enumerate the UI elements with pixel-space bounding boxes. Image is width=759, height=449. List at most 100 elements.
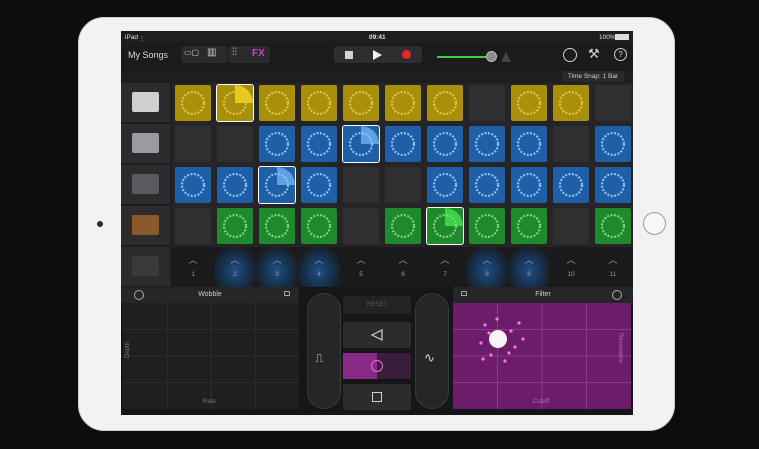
stop-icon xyxy=(344,50,353,59)
loop-cell[interactable] xyxy=(343,85,379,121)
loop-cell[interactable] xyxy=(258,166,296,204)
stop-fx-button[interactable] xyxy=(343,384,411,410)
lock-icon-right[interactable] xyxy=(461,291,467,296)
record-button[interactable] xyxy=(392,46,421,63)
loop-cell[interactable] xyxy=(553,208,589,244)
keyboard-icon[interactable]: ▥ xyxy=(207,47,216,58)
loop-cell[interactable] xyxy=(511,126,547,162)
loop-cell[interactable] xyxy=(427,167,463,203)
touch-point[interactable] xyxy=(489,330,507,348)
help-icon[interactable]: ? xyxy=(614,48,627,61)
loop-cell[interactable] xyxy=(385,208,421,244)
left-waveform-slider[interactable]: ⎍ xyxy=(307,293,341,409)
loop-cell[interactable] xyxy=(343,167,379,203)
column-trigger[interactable]: ︿ 3 xyxy=(256,247,298,287)
loop-cell[interactable] xyxy=(342,125,380,163)
fx-button[interactable]: FX xyxy=(252,48,265,59)
home-button[interactable] xyxy=(643,212,666,235)
loop-cell[interactable] xyxy=(385,167,421,203)
loop-cell[interactable] xyxy=(469,85,505,121)
mixer-icon[interactable]: ⫶⫶ xyxy=(232,47,237,58)
loop-cell[interactable] xyxy=(385,85,421,121)
loop-cell[interactable] xyxy=(511,85,547,121)
column-trigger[interactable]: ︿ 4 xyxy=(298,247,340,287)
repeater-button[interactable] xyxy=(343,353,411,379)
right-waveform-slider[interactable]: ∿ xyxy=(415,293,449,409)
waveform-ring-icon xyxy=(516,213,542,239)
column-trigger[interactable]: ︿ 1 xyxy=(172,247,214,287)
loop-cell[interactable] xyxy=(595,167,631,203)
loop-cell[interactable] xyxy=(343,208,379,244)
loop-cell[interactable] xyxy=(301,167,337,203)
wobble-pad[interactable]: Rate Depth xyxy=(123,303,299,409)
loop-cell[interactable] xyxy=(175,208,211,244)
loop-cell[interactable] xyxy=(553,85,589,121)
wifi-icon: ︙ xyxy=(139,37,146,43)
volume-slider[interactable] xyxy=(437,56,489,58)
column-trigger[interactable]: ︿ 10 xyxy=(550,247,592,287)
tracks-view-icon[interactable]: ▭▢ xyxy=(184,48,199,57)
loop-cell[interactable] xyxy=(385,126,421,162)
time-snap-label[interactable]: Time Snap: 1 Bar xyxy=(562,71,624,82)
loop-browser-icon[interactable] xyxy=(563,48,577,62)
column-trigger[interactable]: ︿ 2 xyxy=(214,247,256,287)
loop-cell[interactable] xyxy=(301,126,337,162)
instrument-synth-keyboard[interactable] xyxy=(121,165,170,205)
loop-cell[interactable] xyxy=(301,85,337,121)
column-trigger[interactable]: ︿ 6 xyxy=(382,247,424,287)
loop-cell[interactable] xyxy=(301,208,337,244)
touch-spark xyxy=(487,331,491,335)
instrument-drum-machine[interactable] xyxy=(121,83,170,123)
column-trigger[interactable]: ︿ 11 xyxy=(592,247,633,287)
column-trigger[interactable]: ︿ 8 xyxy=(466,247,508,287)
metronome-icon[interactable] xyxy=(501,52,511,62)
loop-cell[interactable] xyxy=(216,84,254,122)
loop-cell[interactable] xyxy=(175,126,211,162)
column-trigger[interactable]: ︿ 5 xyxy=(340,247,382,287)
loop-cell[interactable] xyxy=(175,167,211,203)
instrument-turntable[interactable] xyxy=(121,124,170,164)
loop-cell[interactable] xyxy=(511,167,547,203)
fx-panel: Wobble Rate Depth ⎍ ∿ RESET Filter Cutof… xyxy=(121,287,633,415)
reverse-button[interactable] xyxy=(343,322,411,348)
loop-cell[interactable] xyxy=(175,85,211,121)
filter-title[interactable]: Filter xyxy=(535,291,551,298)
wobble-title[interactable]: Wobble xyxy=(198,291,222,298)
instrument-pencil-graph[interactable] xyxy=(121,247,170,287)
loop-cell[interactable] xyxy=(553,126,589,162)
touch-spark xyxy=(479,341,483,345)
robot-icon-right[interactable] xyxy=(612,290,622,300)
loop-cell[interactable] xyxy=(259,85,295,121)
loop-cell[interactable] xyxy=(217,167,253,203)
loop-cell[interactable] xyxy=(553,167,589,203)
waveform-ring-icon xyxy=(222,172,248,198)
loop-cell[interactable] xyxy=(469,126,505,162)
filter-pad[interactable]: Cutoff Resonance xyxy=(453,303,631,409)
mixer-group: ⫶⫶ FX xyxy=(228,46,270,63)
reset-button[interactable]: RESET xyxy=(343,296,411,314)
volume-knob[interactable] xyxy=(486,51,497,62)
loop-cell[interactable] xyxy=(217,208,253,244)
loop-cell[interactable] xyxy=(469,167,505,203)
robot-icon-left[interactable] xyxy=(134,290,144,300)
loop-cell[interactable] xyxy=(595,126,631,162)
stop-button[interactable] xyxy=(334,46,363,63)
loop-cell[interactable] xyxy=(595,208,631,244)
column-trigger[interactable]: ︿ 7 xyxy=(424,247,466,287)
pencil-graph-icon xyxy=(132,256,159,276)
loop-cell[interactable] xyxy=(217,126,253,162)
loop-cell[interactable] xyxy=(427,126,463,162)
loop-cell[interactable] xyxy=(595,85,631,121)
loop-cell[interactable] xyxy=(426,207,464,245)
loop-cell[interactable] xyxy=(427,85,463,121)
loop-cell[interactable] xyxy=(259,126,295,162)
lock-icon-left[interactable] xyxy=(284,291,290,296)
column-trigger[interactable]: ︿ 9 xyxy=(508,247,550,287)
my-songs-button[interactable]: My Songs xyxy=(128,50,168,60)
play-button[interactable] xyxy=(363,46,392,63)
loop-cell[interactable] xyxy=(511,208,547,244)
wrench-icon[interactable]: ⚒ xyxy=(588,46,600,62)
instrument-synth-keyboard-wood[interactable] xyxy=(121,206,170,246)
loop-cell[interactable] xyxy=(469,208,505,244)
loop-cell[interactable] xyxy=(259,208,295,244)
